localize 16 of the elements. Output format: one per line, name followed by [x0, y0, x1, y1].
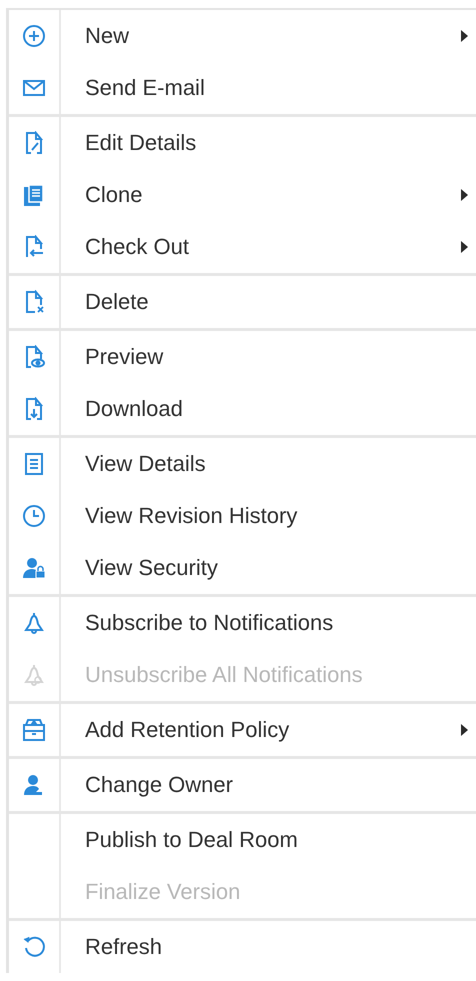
menu-item[interactable]: View Details	[61, 438, 476, 490]
menu-item[interactable]: New	[61, 10, 476, 62]
menu-item[interactable]: Clone	[61, 169, 476, 221]
menu-item[interactable]: Delete	[61, 276, 476, 328]
menu-item[interactable]: Add Retention Policy	[61, 704, 476, 756]
menu-item[interactable]: Change Owner	[61, 759, 476, 811]
menu-item[interactable]: Edit Details	[61, 117, 476, 169]
menu-item[interactable]: Refresh	[61, 921, 476, 973]
menu-item[interactable]: View Revision History	[61, 490, 476, 542]
menu-item[interactable]: Check Out	[61, 221, 476, 273]
menu-item[interactable]: View Security	[61, 542, 476, 594]
menu-item[interactable]: Download	[61, 383, 476, 435]
menu-item[interactable]: Send E-mail	[61, 62, 476, 114]
menu-item[interactable]: Publish to Deal Room	[61, 814, 476, 866]
menu-item[interactable]: Subscribe to Notifications	[61, 597, 476, 649]
menu-item[interactable]: Preview	[61, 331, 476, 383]
